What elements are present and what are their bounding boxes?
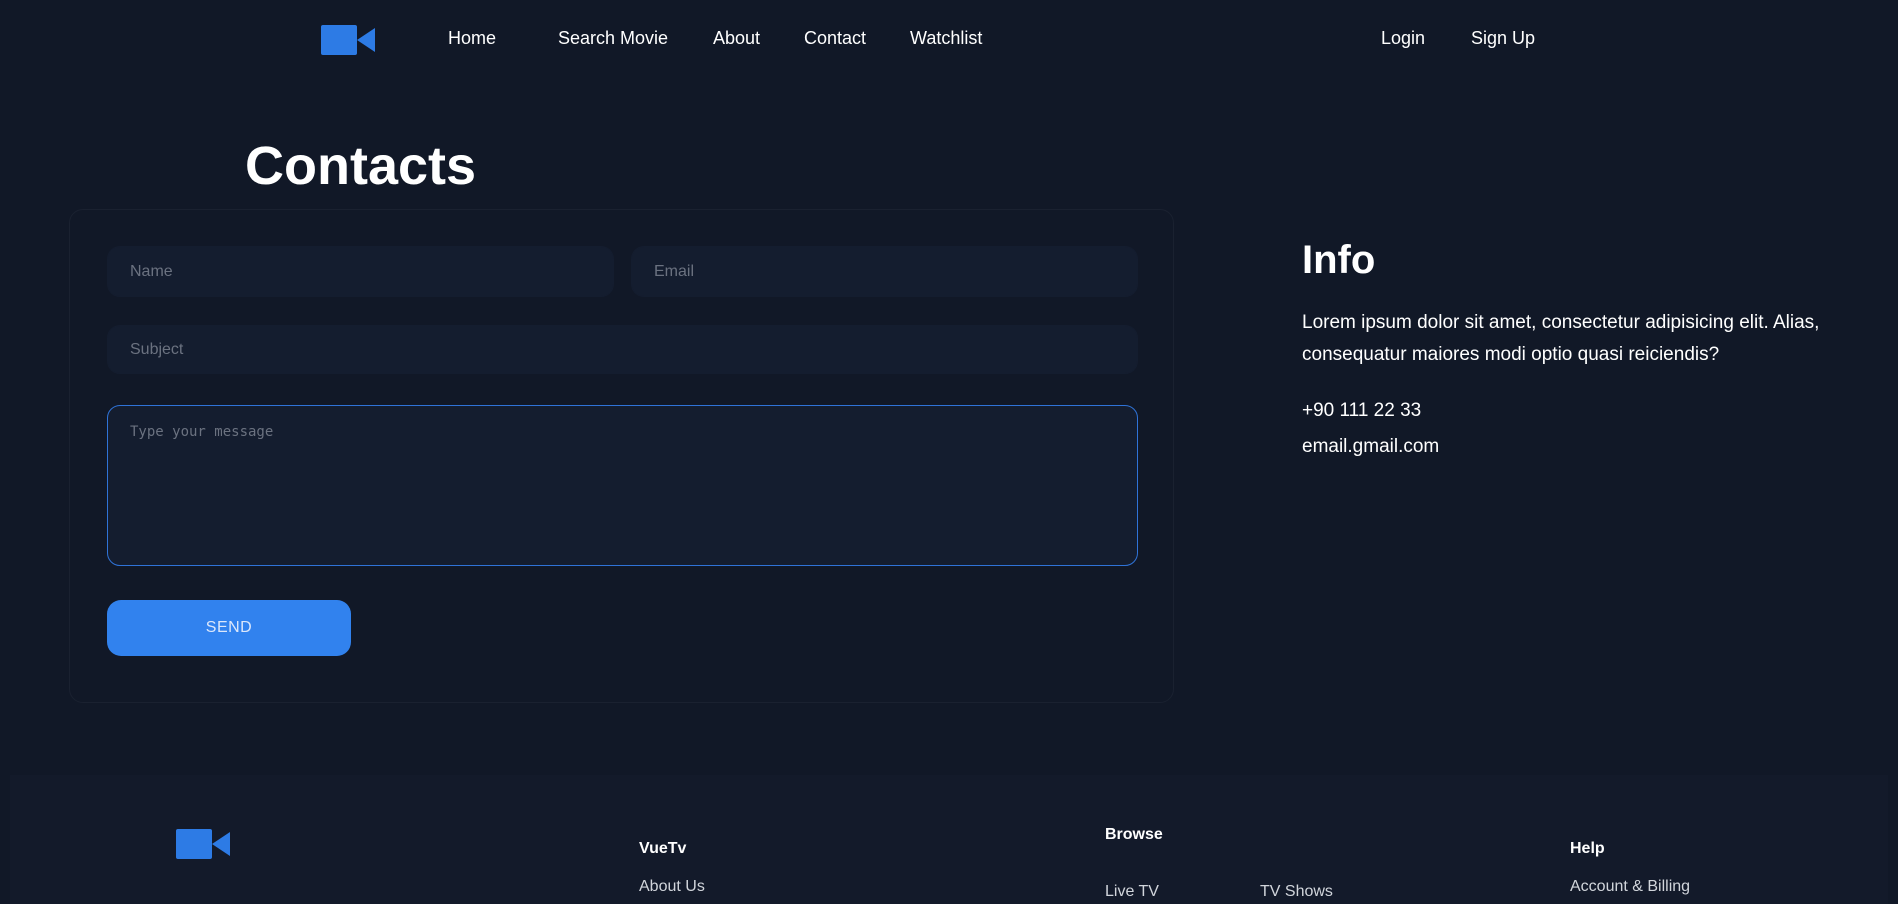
nav-link-search-movie[interactable]: Search Movie <box>558 28 668 49</box>
info-email: email.gmail.com <box>1302 436 1440 457</box>
name-input[interactable] <box>107 246 614 297</box>
login-link[interactable]: Login <box>1381 28 1425 49</box>
footer-link-account-billing[interactable]: Account & Billing <box>1570 878 1690 896</box>
footer-heading-help: Help <box>1570 840 1605 857</box>
footer-heading-vuetv: VueTv <box>639 840 687 857</box>
message-textarea[interactable] <box>107 405 1138 566</box>
footer-heading-browse: Browse <box>1105 826 1163 843</box>
info-description: Lorem ipsum dolor sit amet, consectetur … <box>1302 312 1820 365</box>
video-camera-icon[interactable] <box>320 22 376 58</box>
signup-link[interactable]: Sign Up <box>1471 28 1535 49</box>
footer-link-about-us[interactable]: About Us <box>639 878 705 896</box>
email-input[interactable] <box>631 246 1138 297</box>
contact-form: SEND <box>69 209 1174 703</box>
video-camera-icon[interactable] <box>175 826 231 862</box>
top-navbar: Home Search Movie About Contact Watchlis… <box>0 0 1898 78</box>
nav-link-about[interactable]: About <box>713 28 760 49</box>
page-title: Contacts <box>245 136 477 196</box>
footer-link-live-tv[interactable]: Live TV <box>1105 883 1159 901</box>
nav-link-contact[interactable]: Contact <box>804 28 866 49</box>
footer-link-tv-shows[interactable]: TV Shows <box>1260 883 1333 901</box>
footer: VueTv About Us Browse Live TV TV Shows H… <box>10 775 1888 904</box>
nav-link-home[interactable]: Home <box>448 28 496 49</box>
info-title: Info <box>1302 238 1376 282</box>
info-phone: +90 111 22 33 <box>1302 400 1422 421</box>
send-button[interactable]: SEND <box>107 600 351 656</box>
nav-link-watchlist[interactable]: Watchlist <box>910 28 982 49</box>
subject-input[interactable] <box>107 325 1138 374</box>
